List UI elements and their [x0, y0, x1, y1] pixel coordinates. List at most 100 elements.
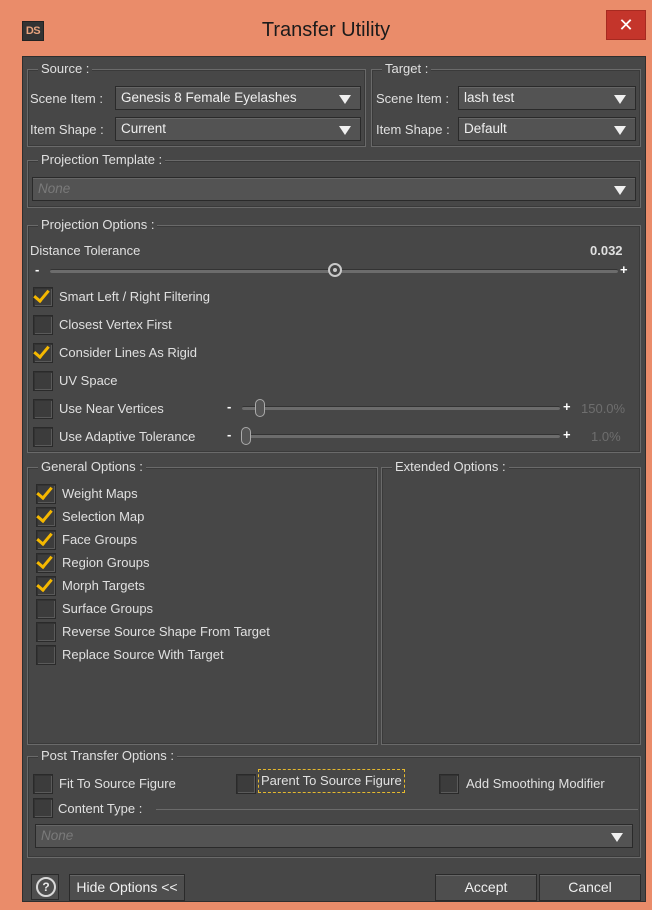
- source-group-title: Source :: [38, 61, 93, 77]
- replace-source-checkbox[interactable]: [36, 645, 56, 665]
- adaptive-tolerance-plus-icon[interactable]: +: [563, 428, 571, 442]
- surface-groups-checkbox[interactable]: [36, 599, 56, 619]
- target-group-title: Target :: [382, 61, 432, 77]
- extended-options-title: Extended Options :: [392, 459, 509, 475]
- fit-to-source-label[interactable]: Fit To Source Figure: [59, 776, 176, 792]
- projection-template-group: Projection Template : None: [27, 152, 641, 208]
- morph-targets-checkbox[interactable]: [36, 574, 56, 596]
- target-scene-item-label: Scene Item :: [376, 91, 449, 106]
- replace-source-label[interactable]: Replace Source With Target: [62, 647, 224, 663]
- adaptive-tolerance-value: 1.0%: [591, 429, 621, 444]
- target-item-shape-label: Item Shape :: [376, 122, 450, 137]
- checkmark-icon: [36, 505, 53, 524]
- adaptive-tolerance-label[interactable]: Use Adaptive Tolerance: [59, 429, 195, 445]
- projection-template-title: Projection Template :: [38, 152, 166, 168]
- closest-vertex-checkbox[interactable]: [33, 315, 53, 335]
- parent-to-source-label[interactable]: Parent To Source Figure: [258, 769, 405, 793]
- near-vertices-track[interactable]: [242, 406, 560, 410]
- near-vertices-slider-handle[interactable]: [255, 399, 265, 417]
- content-type-label[interactable]: Content Type :: [58, 801, 142, 817]
- projection-template-dropdown[interactable]: None: [32, 177, 636, 201]
- extended-options-group: Extended Options :: [381, 459, 641, 745]
- region-groups-label[interactable]: Region Groups: [62, 555, 149, 571]
- post-transfer-title: Post Transfer Options :: [38, 748, 177, 764]
- dropdown-arrow-icon: [611, 833, 623, 842]
- add-smoothing-checkbox[interactable]: [439, 774, 459, 794]
- selection-map-checkbox[interactable]: [36, 505, 56, 527]
- near-vertices-checkbox[interactable]: [33, 399, 53, 419]
- hide-options-button[interactable]: Hide Options <<: [69, 874, 185, 901]
- selection-map-label[interactable]: Selection Map: [62, 509, 144, 525]
- lines-rigid-label[interactable]: Consider Lines As Rigid: [59, 345, 197, 361]
- reverse-source-shape-label[interactable]: Reverse Source Shape From Target: [62, 624, 270, 640]
- distance-tolerance-label: Distance Tolerance: [30, 243, 141, 258]
- add-smoothing-label[interactable]: Add Smoothing Modifier: [466, 776, 605, 792]
- near-vertices-label[interactable]: Use Near Vertices: [59, 401, 164, 417]
- smart-filtering-label[interactable]: Smart Left / Right Filtering: [59, 289, 210, 305]
- region-groups-checkbox[interactable]: [36, 551, 56, 573]
- checkmark-icon: [36, 482, 53, 501]
- reverse-source-shape-checkbox[interactable]: [36, 622, 56, 642]
- post-transfer-group: Post Transfer Options : Fit To Source Fi…: [27, 748, 641, 858]
- content-type-separator: [156, 809, 638, 810]
- checkmark-icon: [33, 285, 50, 304]
- checkmark-icon: [36, 528, 53, 547]
- target-scene-item-dropdown[interactable]: lash test: [458, 86, 636, 110]
- adaptive-tolerance-checkbox[interactable]: [33, 427, 53, 447]
- closest-vertex-label[interactable]: Closest Vertex First: [59, 317, 172, 333]
- content-type-dropdown[interactable]: None: [35, 824, 633, 848]
- near-vertices-value: 150.0%: [581, 401, 626, 416]
- content-type-checkbox[interactable]: [33, 798, 53, 818]
- checkmark-icon: [33, 341, 50, 360]
- target-scene-item-value: lash test: [464, 90, 515, 105]
- projection-options-group: Projection Options : Distance Tolerance …: [27, 217, 641, 453]
- face-groups-label[interactable]: Face Groups: [62, 532, 137, 548]
- adaptive-tolerance-track[interactable]: [242, 434, 560, 438]
- title-bar[interactable]: DS Transfer Utility ✕: [0, 0, 652, 56]
- accept-button[interactable]: Accept: [435, 874, 537, 901]
- window-title: Transfer Utility: [261, 19, 391, 41]
- source-item-shape-dropdown[interactable]: Current: [115, 117, 361, 141]
- transfer-utility-window: DS Transfer Utility ✕ Source : Scene Ite…: [0, 0, 652, 910]
- close-button[interactable]: ✕: [606, 10, 646, 40]
- smart-filtering-checkbox[interactable]: [33, 285, 53, 307]
- source-scene-item-dropdown[interactable]: Genesis 8 Female Eyelashes: [115, 86, 361, 110]
- slider-plus-icon[interactable]: +: [620, 263, 628, 277]
- uv-space-label[interactable]: UV Space: [59, 373, 118, 389]
- general-options-title: General Options :: [38, 459, 146, 475]
- dropdown-arrow-icon: [614, 186, 626, 195]
- source-group: Source : Scene Item : Genesis 8 Female E…: [27, 61, 366, 147]
- face-groups-checkbox[interactable]: [36, 528, 56, 550]
- adaptive-tolerance-slider-handle[interactable]: [241, 427, 251, 445]
- distance-tolerance-value[interactable]: 0.032: [590, 243, 623, 259]
- close-icon: ✕: [618, 15, 634, 35]
- surface-groups-label[interactable]: Surface Groups: [62, 601, 153, 617]
- source-scene-item-value: Genesis 8 Female Eyelashes: [121, 90, 297, 105]
- uv-space-checkbox[interactable]: [33, 371, 53, 391]
- target-item-shape-dropdown[interactable]: Default: [458, 117, 636, 141]
- distance-tolerance-slider-handle[interactable]: [328, 263, 342, 277]
- source-item-shape-value: Current: [121, 121, 167, 136]
- question-icon: ?: [36, 877, 56, 897]
- dropdown-arrow-icon: [339, 126, 351, 135]
- source-scene-item-label: Scene Item :: [30, 91, 103, 106]
- near-vertices-plus-icon[interactable]: +: [563, 400, 571, 414]
- parent-to-source-checkbox[interactable]: [236, 774, 256, 794]
- lines-rigid-checkbox[interactable]: [33, 341, 53, 363]
- weight-maps-checkbox[interactable]: [36, 482, 56, 504]
- near-vertices-minus-icon[interactable]: -: [227, 400, 231, 414]
- general-options-group: General Options : Weight Maps Selection …: [27, 459, 378, 745]
- dialog-body: Source : Scene Item : Genesis 8 Female E…: [22, 56, 646, 902]
- target-item-shape-value: Default: [464, 121, 507, 136]
- help-button[interactable]: ?: [31, 874, 59, 900]
- fit-to-source-checkbox[interactable]: [33, 774, 53, 794]
- projection-options-title: Projection Options :: [38, 217, 158, 233]
- checkmark-icon: [36, 574, 53, 593]
- cancel-button[interactable]: Cancel: [539, 874, 641, 901]
- weight-maps-label[interactable]: Weight Maps: [62, 486, 138, 502]
- adaptive-tolerance-minus-icon[interactable]: -: [227, 428, 231, 442]
- morph-targets-label[interactable]: Morph Targets: [62, 578, 145, 594]
- target-group: Target : Scene Item : lash test Item Sha…: [371, 61, 641, 147]
- slider-minus-icon[interactable]: -: [35, 263, 39, 277]
- source-item-shape-label: Item Shape :: [30, 122, 104, 137]
